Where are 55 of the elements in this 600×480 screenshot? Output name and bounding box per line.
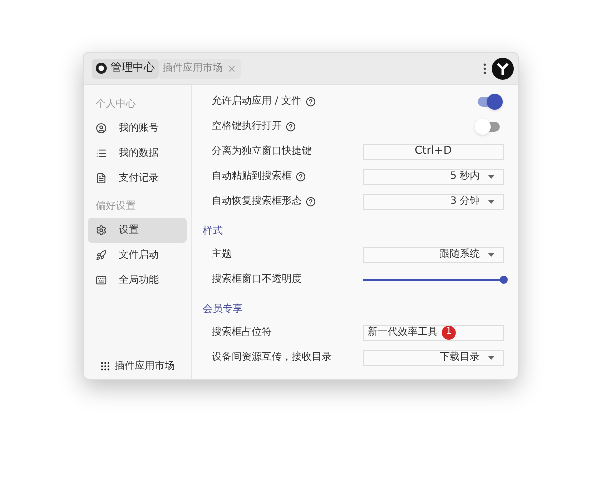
sidebar-item[interactable]: 我的数据 (88, 141, 187, 166)
sidebar-item[interactable]: 我的账号 (88, 116, 187, 141)
list-icon (96, 148, 107, 159)
settings-icon (96, 225, 107, 236)
sidebar-item[interactable]: 全局功能 (88, 268, 187, 293)
dropdown-value: 下载目录 (440, 350, 480, 365)
dropdown[interactable]: 下载目录 (363, 350, 504, 366)
sidebar-heading: 偏好设置 (95, 200, 137, 214)
section-heading: 会员专享 (203, 302, 244, 316)
document-icon (96, 173, 107, 184)
setting-label: 分离为独立窗口快捷键 (212, 144, 312, 159)
logo-icon[interactable] (492, 58, 514, 80)
setting-label: 主题 (212, 248, 232, 262)
keyboard-icon (96, 275, 107, 286)
dropdown[interactable]: 跟随系统 (363, 246, 504, 262)
dropdown-value: 3 分钟 (450, 194, 480, 209)
help-icon[interactable] (286, 122, 296, 132)
caret-icon (488, 252, 495, 256)
logo-icon (96, 63, 107, 74)
setting-label: 自动恢复搜索框形态 (212, 194, 302, 209)
help-icon[interactable] (306, 196, 316, 206)
grid-icon (100, 360, 111, 372)
tab-label: 管理中心 (111, 60, 155, 76)
shortcut-field[interactable]: Ctrl+D (363, 144, 504, 160)
rocket-icon (96, 250, 107, 261)
help-icon[interactable] (306, 96, 316, 106)
toggle-switch[interactable] (478, 96, 500, 106)
setting-label: 允许启动应用 / 文件 (212, 94, 302, 109)
tab[interactable]: 管理中心 (92, 58, 159, 78)
setting-label: 自动粘贴到搜索框 (212, 170, 292, 184)
caret-icon (488, 356, 495, 360)
tab-label: 插件应用市场 (163, 62, 223, 76)
user-icon (96, 123, 107, 134)
dropdown-value: 5 秒内 (450, 170, 480, 184)
slider-thumb[interactable] (500, 276, 508, 284)
field-value: 新一代效率工具 (368, 326, 438, 340)
sidebar-footer-link[interactable]: 插件应用市场 (88, 353, 187, 379)
help-icon[interactable] (296, 172, 306, 182)
count-badge: 1 (442, 326, 456, 340)
caret-icon (488, 200, 495, 204)
sidebar-item[interactable]: 文件启动 (88, 243, 187, 268)
caret-icon (488, 174, 495, 178)
toggle-switch[interactable] (478, 122, 500, 132)
setting-label: 搜索框窗口不透明度 (212, 272, 302, 287)
setting-label: 搜索框占位符 (212, 326, 272, 340)
sidebar-item[interactable]: 支付记录 (88, 166, 187, 191)
setting-label: 设备间资源互传，接收目录 (212, 350, 332, 365)
dropdown-value: 跟随系统 (440, 248, 480, 262)
section-heading: 样式 (203, 224, 224, 238)
sidebar-heading: 个人中心 (95, 98, 137, 112)
input-field[interactable]: 新一代效率工具 1 (363, 324, 504, 340)
dropdown[interactable]: 3 分钟 (363, 194, 504, 210)
sidebar-item[interactable]: 设置 (88, 218, 187, 243)
dropdown[interactable]: 5 秒内 (363, 168, 504, 184)
setting-label: 空格键执行打开 (212, 120, 282, 134)
